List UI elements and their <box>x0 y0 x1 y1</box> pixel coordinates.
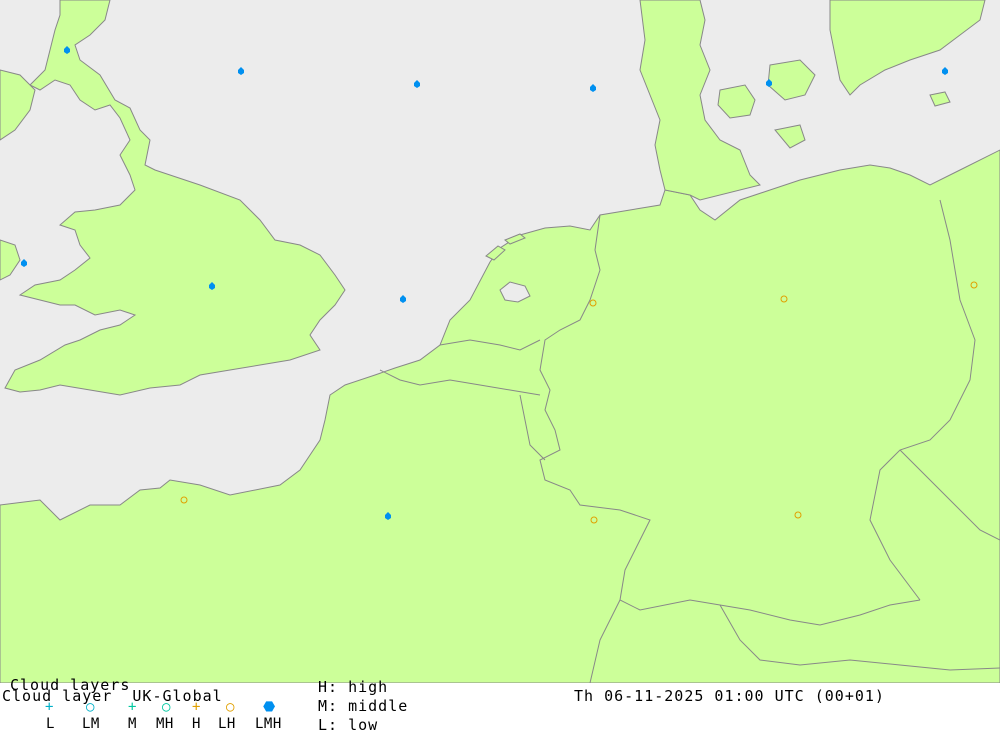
legend-label-lh: LH <box>218 716 236 732</box>
weather-map <box>0 0 1000 683</box>
legend-label-mh: MH <box>156 716 174 732</box>
legend-h-icon: + <box>192 699 201 715</box>
legend-mh-icon: ○ <box>162 699 171 715</box>
key-middle: M: middle <box>318 697 409 715</box>
legend-label-l: L <box>46 716 55 732</box>
map-footer: Cloud layers Cloud layer UK-Global H: hi… <box>0 677 1000 734</box>
valid-datetime: Th 06-11-2025 01:00 UTC (00+01) <box>574 687 885 705</box>
legend-label-h: H <box>192 716 201 732</box>
legend-m-icon: + <box>128 699 137 715</box>
key-high: H: high <box>318 678 389 696</box>
legend-l-icon: + <box>45 699 54 715</box>
legend-label-lmh: LMH <box>255 716 282 732</box>
legend-lm-icon: ○ <box>86 699 95 715</box>
legend-lmh-icon: ⬣ <box>263 699 276 715</box>
legend-lh-icon: ○ <box>226 699 235 715</box>
legend-label-m: M <box>128 716 137 732</box>
model-label: Cloud layer UK-Global <box>2 687 223 705</box>
legend-label-lm: LM <box>82 716 100 732</box>
key-low: L: low <box>318 716 379 734</box>
